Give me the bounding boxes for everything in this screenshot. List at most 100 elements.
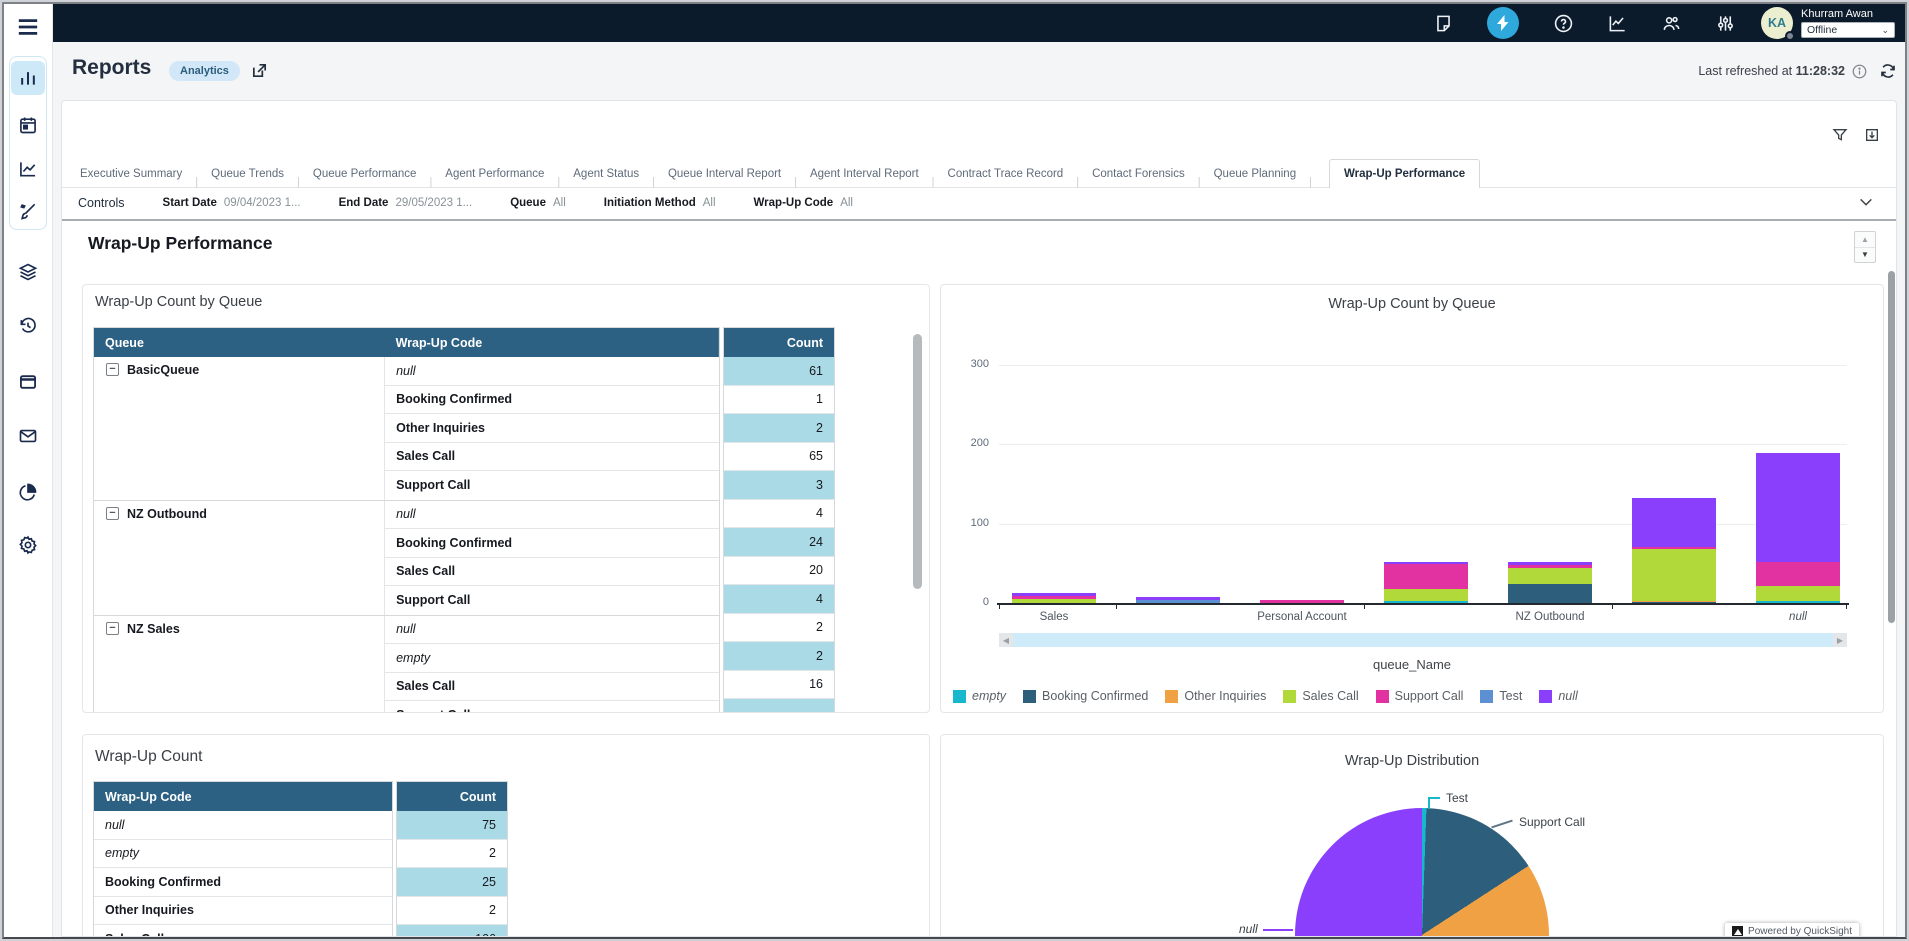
count-cell[interactable]: 61	[724, 357, 834, 386]
metrics-icon[interactable]	[1607, 13, 1627, 33]
contacts-icon[interactable]	[1661, 13, 1681, 33]
bar-segment-other-inquiries[interactable]	[1632, 601, 1716, 603]
count-cell[interactable]: 25	[397, 868, 507, 897]
bar-segment-support-call[interactable]	[1384, 564, 1468, 589]
control-end-date[interactable]: End Date29/05/2023 1...	[339, 197, 473, 209]
count-cell[interactable]: 75	[397, 811, 507, 840]
count-cell[interactable]: 4	[724, 500, 834, 529]
count-cell[interactable]: 20	[724, 557, 834, 586]
notes-icon[interactable]	[1433, 13, 1453, 33]
bar-segment-support-call[interactable]	[1508, 565, 1592, 568]
collapse-icon[interactable]: −	[106, 507, 119, 520]
count-cell[interactable]: 2	[397, 897, 507, 926]
wrapup-code-cell[interactable]: null	[94, 811, 392, 840]
legend-item-null[interactable]: null	[1539, 689, 1577, 703]
spin-up-button[interactable]: ▲	[1855, 232, 1875, 248]
count-cell[interactable]: 2	[397, 840, 507, 869]
tab-wrap-up-performance[interactable]: Wrap-Up Performance	[1329, 159, 1480, 188]
wrapup-code-cell[interactable]: Other Inquiries	[94, 897, 392, 926]
column-header[interactable]: Wrap-Up Code	[385, 328, 718, 357]
analytics-badge[interactable]: Analytics	[169, 61, 240, 81]
bar-segment-empty[interactable]	[1384, 601, 1468, 603]
bar-segment-null[interactable]	[1508, 562, 1592, 565]
bar-segment-sales-call[interactable]	[1508, 568, 1592, 584]
tab-queue-interval-report[interactable]: Queue Interval Report	[666, 160, 783, 188]
sidebar-item-mail-icon[interactable]	[11, 419, 45, 453]
bar-segment-null[interactable]	[1136, 597, 1220, 600]
wrapup-code-cell[interactable]: empty	[94, 840, 392, 869]
column-header[interactable]: Count	[397, 782, 507, 811]
bar-segment-support-call[interactable]	[1260, 600, 1344, 603]
hamburger-menu-icon[interactable]	[17, 16, 39, 33]
bar-segment-null[interactable]	[1012, 593, 1096, 596]
bar-segment-sales-call[interactable]	[1756, 586, 1840, 602]
bar-segment-null[interactable]	[1756, 453, 1840, 562]
wrapup-code-cell[interactable]: Support Call	[385, 701, 719, 713]
pivot-table-scrollbar[interactable]	[913, 331, 922, 691]
bar-segment-sales-call[interactable]	[1384, 589, 1468, 602]
count-cell[interactable]: 4	[724, 585, 834, 614]
bar-segment-support-call[interactable]	[1012, 596, 1096, 599]
bar-segment-test[interactable]	[1136, 600, 1220, 603]
count-cell[interactable]: 3	[724, 471, 834, 500]
wrapup-code-cell[interactable]: null	[385, 616, 719, 645]
pie-chart[interactable]	[1295, 808, 1549, 937]
legend-item-empty[interactable]: empty	[953, 689, 1006, 703]
sidebar-item-history-icon[interactable]	[11, 309, 45, 343]
spin-down-button[interactable]: ▼	[1855, 248, 1875, 263]
bar-segment-null[interactable]	[1632, 498, 1716, 546]
sidebar-item-bar-chart-icon[interactable]	[11, 61, 45, 95]
bar-segment-sales-call[interactable]	[1632, 549, 1716, 601]
column-header[interactable]: Queue	[94, 328, 385, 357]
column-header[interactable]: Count	[724, 328, 834, 357]
wrapup-code-cell[interactable]: empty	[385, 644, 719, 673]
external-link-icon[interactable]	[251, 62, 268, 79]
bar-chart-horizontal-scrollbar[interactable]: ◀ ▶	[999, 633, 1847, 647]
export-icon[interactable]	[1864, 127, 1880, 143]
controls-collapse-chevron-icon[interactable]	[1858, 194, 1874, 210]
tab-agent-status[interactable]: Agent Status	[571, 160, 641, 188]
legend-item-other-inquiries[interactable]: Other Inquiries	[1165, 689, 1266, 703]
settings-sliders-icon[interactable]	[1715, 13, 1735, 33]
bar-segment-booking-confirmed[interactable]	[1508, 584, 1592, 603]
wrapup-code-cell[interactable]: Other Inquiries	[385, 414, 719, 443]
tab-queue-trends[interactable]: Queue Trends	[209, 160, 286, 188]
collapse-icon[interactable]: −	[106, 622, 119, 635]
wrapup-code-cell[interactable]: Booking Confirmed	[385, 386, 719, 415]
wrapup-code-cell[interactable]: Support Call	[385, 471, 719, 500]
info-icon[interactable]	[1852, 64, 1867, 79]
count-cell[interactable]: 65	[724, 443, 834, 472]
sidebar-item-browser-window-icon[interactable]	[11, 365, 45, 399]
count-cell[interactable]: 2	[724, 614, 834, 643]
count-cell[interactable]: 1	[724, 386, 834, 415]
wrapup-code-cell[interactable]: Sales Call	[94, 925, 392, 937]
refresh-icon[interactable]	[1879, 62, 1897, 80]
count-cell[interactable]	[724, 699, 834, 713]
sidebar-item-calendar-icon[interactable]	[11, 108, 45, 142]
bar-segment-support-call[interactable]	[1756, 562, 1840, 586]
legend-item-booking-confirmed[interactable]: Booking Confirmed	[1023, 689, 1148, 703]
help-icon[interactable]	[1553, 13, 1573, 33]
control-queue[interactable]: QueueAll	[510, 197, 566, 209]
count-cell[interactable]: 24	[724, 528, 834, 557]
sidebar-item-design-brush-icon[interactable]	[11, 194, 45, 228]
quicksight-badge[interactable]: Powered by QuickSight	[1725, 923, 1859, 937]
collapse-icon[interactable]: −	[106, 363, 119, 376]
count-cell[interactable]: 2	[724, 414, 834, 443]
wrapup-code-cell[interactable]: Booking Confirmed	[94, 868, 392, 897]
legend-item-test[interactable]: Test	[1480, 689, 1522, 703]
agent-status-select[interactable]: Offline ⌄	[1801, 22, 1895, 38]
sidebar-item-layers-icon[interactable]	[11, 255, 45, 289]
count-cell[interactable]: 2	[724, 642, 834, 671]
control-wrap-up-code[interactable]: Wrap-Up CodeAll	[754, 197, 853, 209]
bar-segment-null[interactable]	[1384, 562, 1468, 564]
wrapup-code-cell[interactable]: null	[385, 357, 719, 386]
scrollbar-thumb[interactable]	[1013, 633, 1833, 647]
control-start-date[interactable]: Start Date09/04/2023 1...	[163, 197, 301, 209]
dashboard-vertical-scrollbar[interactable]	[1888, 271, 1895, 727]
column-header[interactable]: Wrap-Up Code	[94, 782, 392, 811]
tab-agent-performance[interactable]: Agent Performance	[443, 160, 546, 188]
sidebar-item-gear-icon[interactable]	[11, 528, 45, 562]
wrapup-code-cell[interactable]: null	[385, 501, 719, 530]
bar-segment-support-call[interactable]	[1632, 547, 1716, 549]
